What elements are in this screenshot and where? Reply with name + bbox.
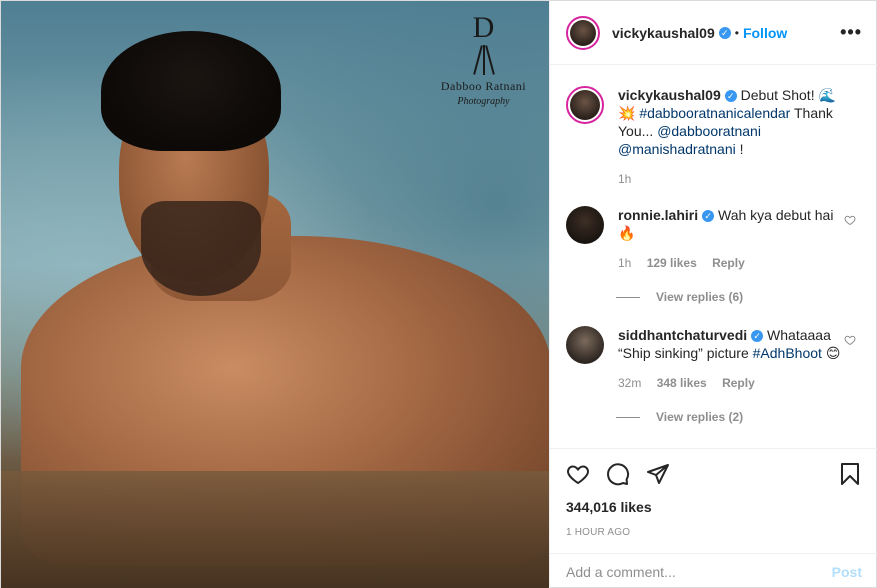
like-count[interactable]: 344,016 likes bbox=[566, 499, 862, 515]
post-sidebar: vickykaushal09 ✓ • Follow ••• vickykaush… bbox=[549, 1, 877, 588]
watermark-initial: D bbox=[472, 11, 495, 44]
comment-likes[interactable]: 348 likes bbox=[657, 376, 707, 390]
heart-icon[interactable] bbox=[566, 462, 590, 486]
caption-text-3: ! bbox=[735, 141, 744, 157]
post-header: vickykaushal09 ✓ • Follow ••• bbox=[550, 1, 877, 65]
view-replies-button[interactable]: View replies (6) bbox=[616, 290, 862, 304]
view-replies-label: View replies (6) bbox=[656, 290, 744, 304]
post-comment-button[interactable]: Post bbox=[832, 564, 862, 580]
caption-mention-1[interactable]: @dabbooratnani bbox=[657, 123, 761, 139]
comments-list[interactable]: vickykaushal09 ✓ Debut Shot! 🌊💥 #dabboora… bbox=[550, 74, 877, 449]
comment-time: 32m bbox=[618, 376, 642, 390]
author-username[interactable]: vickykaushal09 bbox=[612, 25, 715, 41]
tripod-icon bbox=[472, 45, 496, 75]
caption-hashtag[interactable]: #dabbooratnanicalendar bbox=[639, 105, 790, 121]
reply-button[interactable]: Reply bbox=[722, 376, 755, 390]
reply-button[interactable]: Reply bbox=[712, 256, 745, 270]
photo-water bbox=[1, 471, 549, 588]
action-icons bbox=[566, 461, 862, 487]
comment-item: ronnie.lahiri ✓ Wah kya debut hai 🔥 1h 12… bbox=[566, 206, 862, 272]
comment-avatar[interactable] bbox=[566, 326, 604, 364]
comment-meta: 1h 129 likes Reply bbox=[618, 254, 848, 272]
comment-meta: 32m 348 likes Reply bbox=[618, 374, 848, 392]
caption-meta: 1h bbox=[618, 170, 848, 188]
photographer-watermark: D Dabboo Ratnani Photography bbox=[426, 11, 541, 107]
comment-time: 1h bbox=[618, 256, 632, 270]
bookmark-icon[interactable] bbox=[838, 462, 862, 486]
separator-dot: • bbox=[734, 25, 739, 40]
verified-icon: ✓ bbox=[718, 26, 731, 39]
caption-mention-2[interactable]: @manishadratnani bbox=[618, 141, 736, 157]
verified-icon: ✓ bbox=[724, 90, 737, 102]
caption: vickykaushal09 ✓ Debut Shot! 🌊💥 #dabboora… bbox=[566, 86, 862, 188]
post-actions: 344,016 likes 1 HOUR AGO bbox=[550, 448, 877, 538]
comment-icon[interactable] bbox=[606, 462, 630, 486]
post-modal: D Dabboo Ratnani Photography vickykausha… bbox=[0, 0, 877, 588]
photo-subject-hair bbox=[101, 31, 281, 151]
comment-avatar[interactable] bbox=[566, 206, 604, 244]
author-avatar[interactable] bbox=[566, 15, 600, 50]
add-comment-bar: Post bbox=[550, 553, 877, 588]
watermark-name: Dabboo Ratnani bbox=[440, 79, 527, 93]
caption-username[interactable]: vickykaushal09 bbox=[618, 87, 721, 103]
caption-avatar[interactable] bbox=[566, 86, 604, 124]
verified-icon: ✓ bbox=[751, 330, 764, 342]
comment-username[interactable]: ronnie.lahiri bbox=[618, 207, 698, 223]
follow-button[interactable]: Follow bbox=[743, 25, 787, 41]
photo-subject-beard bbox=[141, 201, 261, 296]
add-comment-input[interactable] bbox=[566, 563, 832, 580]
comment-likes[interactable]: 129 likes bbox=[647, 256, 697, 270]
post-timestamp: 1 HOUR AGO bbox=[566, 527, 631, 538]
comment-item: siddhantchaturvedi ✓ Whataaaa “Ship sinki… bbox=[566, 326, 862, 392]
comment-emoji: 😊 bbox=[825, 345, 841, 361]
comment-heart-icon[interactable] bbox=[844, 334, 856, 346]
view-replies-label: View replies (2) bbox=[656, 410, 744, 424]
comment-heart-icon[interactable] bbox=[844, 214, 856, 226]
view-replies-button[interactable]: View replies (2) bbox=[616, 410, 862, 424]
watermark-subtitle: Photography bbox=[457, 96, 510, 107]
comment-hashtag[interactable]: #AdhBhoot bbox=[753, 345, 822, 361]
verified-icon: ✓ bbox=[702, 210, 715, 222]
more-icon[interactable]: ••• bbox=[840, 22, 862, 43]
share-icon[interactable] bbox=[646, 462, 670, 486]
caption-time: 1h bbox=[618, 172, 632, 186]
comment-username[interactable]: siddhantchaturvedi bbox=[618, 327, 747, 343]
post-photo[interactable]: D Dabboo Ratnani Photography bbox=[1, 1, 549, 588]
